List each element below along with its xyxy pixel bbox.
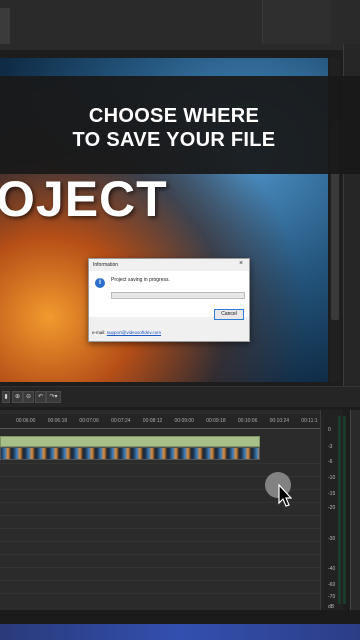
zoom-in-icon[interactable]: ⊕ bbox=[12, 391, 23, 403]
email-label: e-mail: bbox=[92, 330, 106, 335]
info-icon: i bbox=[95, 278, 105, 288]
undo-icon[interactable]: ↶ bbox=[35, 391, 46, 403]
ruler-tick-label: 00:07:06 bbox=[79, 418, 99, 424]
cancel-button[interactable]: Cancel bbox=[214, 309, 244, 320]
track-divider bbox=[0, 580, 320, 581]
support-email-link[interactable]: support@videosoftdev.com bbox=[107, 330, 161, 335]
ruler-tick-label: 00:07:24 bbox=[111, 418, 131, 424]
ruler-tick-label: 00:08:12 bbox=[142, 418, 163, 424]
db-scale-label: -20 bbox=[328, 505, 336, 511]
video-clip[interactable] bbox=[0, 447, 260, 460]
panel-handle[interactable] bbox=[0, 8, 10, 44]
ruler-tick-label: 00:10:06 bbox=[237, 418, 258, 424]
db-scale-label: -3 bbox=[328, 444, 333, 450]
properties-panel bbox=[262, 0, 331, 44]
banner-line-2: TO SAVE YOUR FILE bbox=[72, 129, 276, 151]
track-divider bbox=[0, 567, 320, 568]
information-dialog: Information × i Project saving in progre… bbox=[88, 258, 250, 342]
db-scale-label: -15 bbox=[328, 491, 336, 497]
audio-clip[interactable] bbox=[0, 436, 260, 447]
ruler-tick-label: 00:09:00 bbox=[174, 418, 194, 424]
redo-dropdown-icon[interactable]: ↷▾ bbox=[46, 391, 61, 403]
db-scale-label: -60 bbox=[328, 582, 336, 588]
ruler-tick-label: 00:06:18 bbox=[47, 418, 68, 424]
ruler-tick-label: 00:09:18 bbox=[206, 418, 226, 424]
db-scale-label: -10 bbox=[328, 475, 336, 481]
dialog-title: Information bbox=[93, 262, 119, 268]
status-bar bbox=[0, 610, 360, 624]
ruler-tick-label: 00:10:24 bbox=[269, 418, 290, 424]
db-scale-label: -6 bbox=[328, 459, 333, 465]
track-divider bbox=[0, 515, 320, 516]
save-progress-bar bbox=[111, 292, 245, 299]
banner-caption: CHOOSE WHERE TO SAVE YOUR FILE bbox=[0, 104, 348, 152]
ruler-tick-label: 00:06:00 bbox=[16, 418, 36, 424]
mouse-cursor-icon bbox=[278, 484, 292, 507]
dialog-message: Project saving in progress. bbox=[111, 277, 170, 283]
track-divider bbox=[0, 528, 320, 529]
db-scale-label: -40 bbox=[328, 566, 336, 572]
timeline-view-icon[interactable]: ▮ bbox=[2, 391, 10, 403]
meter-channel-right bbox=[343, 416, 346, 604]
track-divider bbox=[0, 502, 320, 503]
zoom-out-icon[interactable]: ⊖ bbox=[23, 391, 34, 403]
meter-channel-left bbox=[338, 416, 341, 604]
close-icon[interactable]: × bbox=[239, 260, 243, 267]
ruler-tick-label: 00:11:1 bbox=[301, 418, 318, 424]
track-divider bbox=[0, 593, 320, 594]
dialog-email: e-mail: support@videosoftdev.com bbox=[92, 330, 161, 335]
track-divider bbox=[0, 463, 320, 464]
right-side-panel-lower bbox=[350, 410, 360, 610]
track-divider bbox=[0, 554, 320, 555]
windows-taskbar bbox=[0, 624, 360, 640]
preview-title-text: OJECT bbox=[0, 171, 168, 227]
banner-line-1: CHOOSE WHERE bbox=[88, 105, 260, 127]
db-scale-label: 0 bbox=[328, 427, 331, 433]
track-divider bbox=[0, 541, 320, 542]
db-scale-label: -30 bbox=[328, 536, 336, 542]
db-scale-label: -70 bbox=[328, 594, 336, 600]
